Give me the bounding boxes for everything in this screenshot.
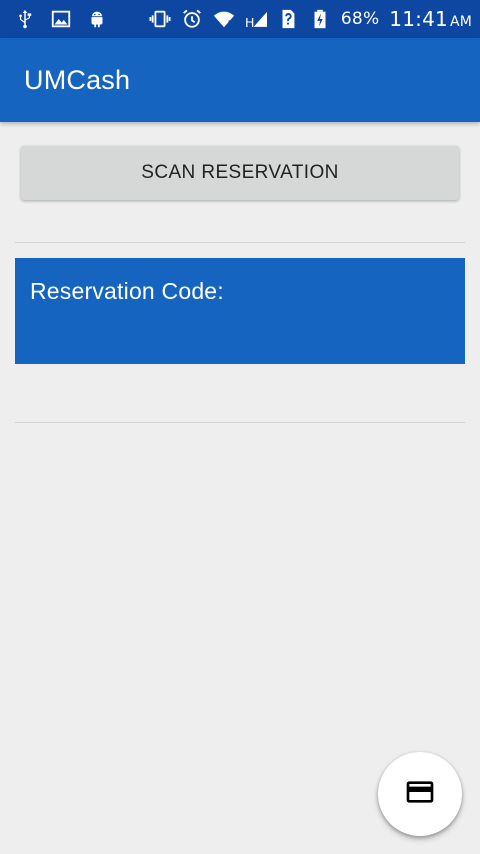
status-bar-left xyxy=(14,8,108,30)
usb-icon xyxy=(14,8,36,30)
vibrate-icon xyxy=(149,8,171,30)
network-type-label: H xyxy=(245,15,254,30)
status-bar-right: H 68% 11:41 AM xyxy=(149,7,472,31)
clock: 11:41 AM xyxy=(389,7,472,31)
divider-bottom xyxy=(15,422,465,423)
divider-top xyxy=(15,242,465,243)
battery-charging-icon xyxy=(309,8,331,30)
status-bar: H 68% 11:41 AM xyxy=(0,0,480,38)
alarm-icon xyxy=(181,8,203,30)
signal-icon: H xyxy=(245,8,267,30)
app-bar: UMCash xyxy=(0,38,480,122)
android-icon xyxy=(86,8,108,30)
clock-time: 11:41 xyxy=(389,7,448,31)
battery-percent: 68% xyxy=(340,9,380,29)
app-title: UMCash xyxy=(24,64,131,95)
reservation-code-label: Reservation Code: xyxy=(30,278,224,304)
payment-fab-button[interactable] xyxy=(378,752,462,836)
wifi-icon xyxy=(213,8,235,30)
image-icon xyxy=(50,8,72,30)
reservation-code-panel: Reservation Code: xyxy=(15,258,465,364)
credit-card-icon xyxy=(404,776,436,813)
clock-ampm: AM xyxy=(449,14,472,30)
sim-unknown-icon xyxy=(277,8,299,30)
scan-reservation-button[interactable]: SCAN RESERVATION xyxy=(21,146,459,200)
